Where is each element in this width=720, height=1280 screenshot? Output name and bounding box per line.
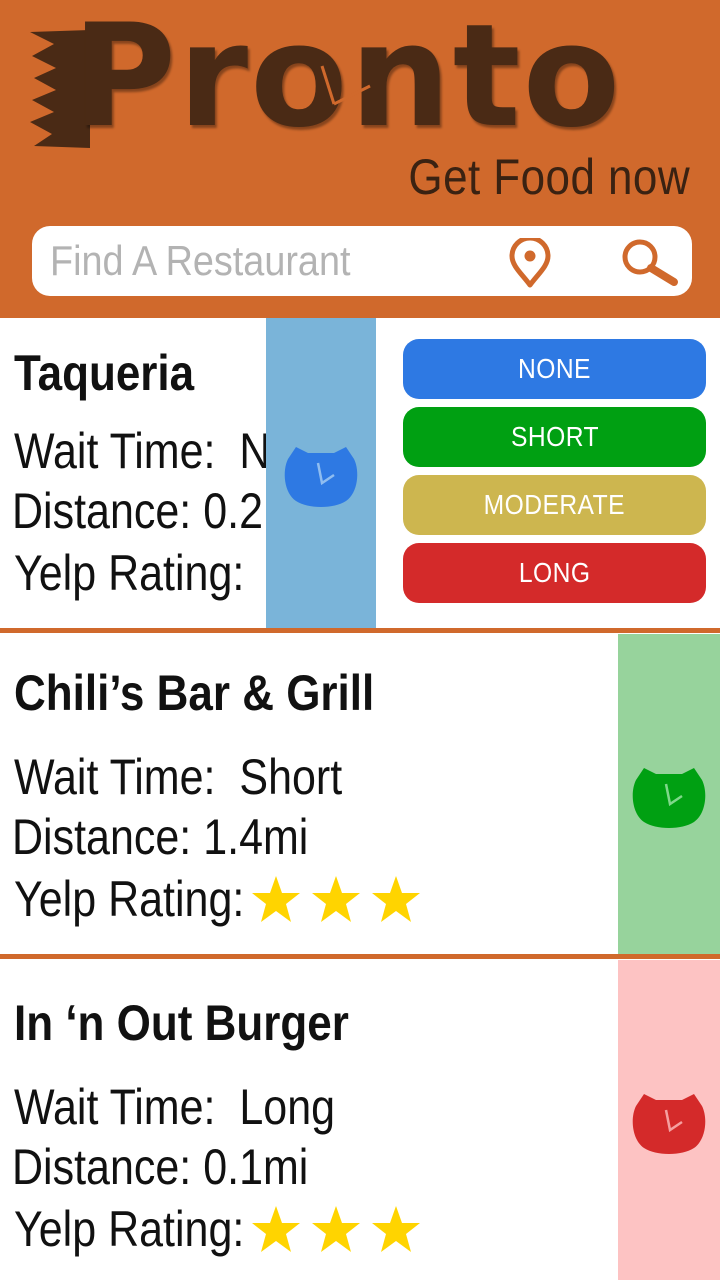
restaurant-name: Chili’s Bar & Grill <box>14 665 375 721</box>
wait-none-button[interactable]: NONE <box>403 339 706 399</box>
wait-short-button[interactable]: SHORT <box>403 407 706 467</box>
alarm-clock-icon <box>632 1094 706 1154</box>
wait-time-toggle[interactable] <box>266 318 376 628</box>
distance-value: 1.4mi <box>203 809 309 865</box>
star-icon <box>312 1206 360 1252</box>
distance-label: Distance: <box>12 1139 192 1195</box>
restaurant-card-chilis[interactable]: Chili’s Bar & Grill Wait Time: Short Dis… <box>0 634 720 954</box>
star-icon <box>372 1206 420 1252</box>
distance-value: 0.2 <box>203 483 263 539</box>
distance-line: Distance: 0.2 <box>12 482 263 540</box>
tagline: Get Food now <box>408 149 690 205</box>
app-header: Pronto Get Food now <box>0 0 720 318</box>
wait-time-line: Wait Time: Long <box>14 1078 335 1136</box>
restaurant-name: Taqueria <box>14 345 195 401</box>
wait-time-value: Short <box>239 749 343 805</box>
yelp-stars <box>250 874 422 926</box>
wait-time-line: Wait Time: Short <box>14 748 342 806</box>
yelp-rating-label: Yelp Rating: <box>14 871 245 927</box>
restaurant-name: In ‘n Out Burger <box>14 995 349 1051</box>
magnifier-icon[interactable] <box>618 238 682 288</box>
wait-time-line: Wait Time: N <box>14 422 266 480</box>
card-info-clip: Taqueria Wait Time: N Distance: 0.2 Yelp… <box>0 318 266 628</box>
alarm-clock-icon <box>284 447 358 507</box>
wait-time-label: Wait Time: <box>14 749 216 805</box>
card-divider <box>0 628 720 633</box>
wait-time-value: Long <box>239 1079 336 1135</box>
search-input[interactable] <box>50 234 446 288</box>
yelp-rating-line: Yelp Rating: <box>14 870 244 928</box>
wait-time-toggle[interactable] <box>618 960 720 1280</box>
search-bar <box>32 226 692 296</box>
wait-time-toggle[interactable] <box>618 634 720 954</box>
wait-time-menu: NONE SHORT MODERATE LONG <box>403 339 706 611</box>
wait-long-button[interactable]: LONG <box>403 543 706 603</box>
alarm-clock-icon <box>632 768 706 828</box>
star-icon <box>372 876 420 922</box>
distance-value: 0.1mi <box>203 1139 309 1195</box>
distance-label: Distance: <box>12 483 192 539</box>
yelp-rating-label: Yelp Rating: <box>14 545 245 601</box>
star-icon <box>252 1206 300 1252</box>
wait-time-value: N <box>239 423 266 479</box>
star-icon <box>312 876 360 922</box>
yelp-stars <box>250 1204 422 1256</box>
yelp-rating-line: Yelp Rating: <box>14 544 244 602</box>
card-divider <box>0 954 720 959</box>
star-icon <box>252 876 300 922</box>
restaurant-card-taqueria[interactable]: Taqueria Wait Time: N Distance: 0.2 Yelp… <box>0 318 720 628</box>
distance-line: Distance: 1.4mi <box>12 808 308 866</box>
wait-moderate-button[interactable]: MODERATE <box>403 475 706 535</box>
yelp-rating-label: Yelp Rating: <box>14 1201 245 1257</box>
distance-label: Distance: <box>12 809 192 865</box>
wait-time-label: Wait Time: <box>14 423 216 479</box>
logo-clock-hands-icon <box>320 65 371 106</box>
yelp-rating-line: Yelp Rating: <box>14 1200 244 1258</box>
location-pin-icon[interactable] <box>508 238 552 288</box>
wait-time-label: Wait Time: <box>14 1079 216 1135</box>
app-logo: Pronto <box>30 2 700 158</box>
restaurant-card-in-n-out[interactable]: In ‘n Out Burger Wait Time: Long Distanc… <box>0 960 720 1280</box>
distance-line: Distance: 0.1mi <box>12 1138 308 1196</box>
